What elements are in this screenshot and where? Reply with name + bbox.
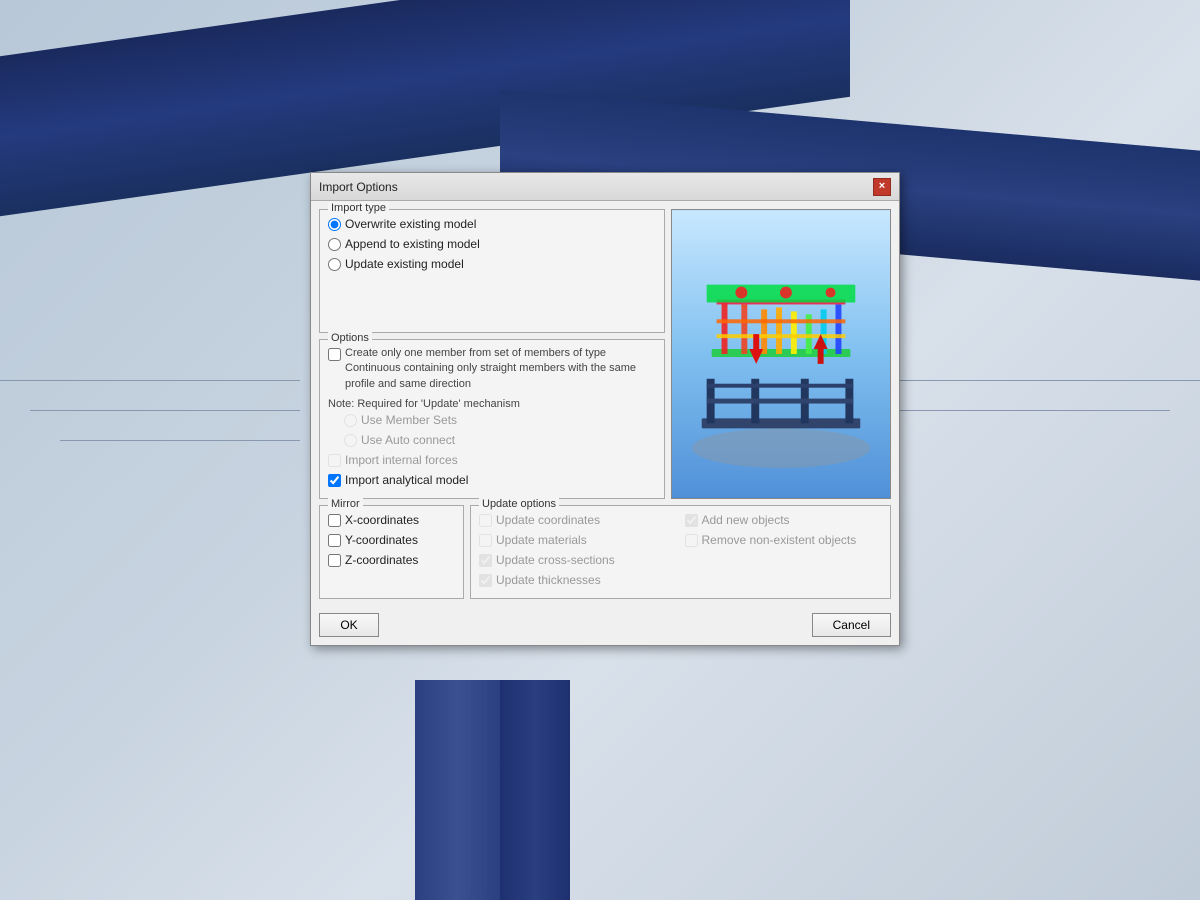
remove-nonexistent-row: Remove non-existent objects xyxy=(685,530,883,550)
dialog-title: Import Options xyxy=(319,180,398,194)
import-internal-forces-row: Import internal forces xyxy=(328,450,656,470)
sub-radios-group: Use Member Sets Use Auto connect xyxy=(328,410,656,450)
update-col-2: Add new objects Remove non-existent obje… xyxy=(685,510,883,590)
preview-svg xyxy=(672,210,890,498)
dialog-footer: OK Cancel xyxy=(311,607,899,645)
radio-append-input[interactable] xyxy=(328,238,341,251)
radio-update-label: Update existing model xyxy=(345,257,464,271)
mirror-z-checkbox[interactable] xyxy=(328,554,341,567)
update-options-group: Update options Update coordinates Update… xyxy=(470,505,891,599)
continuous-member-label: Create only one member from set of membe… xyxy=(345,346,656,392)
update-thicknesses-row: Update thicknesses xyxy=(479,570,677,590)
radio-update-input[interactable] xyxy=(328,258,341,271)
import-type-group: Import type Overwrite existing model App… xyxy=(319,209,665,333)
radio-append[interactable]: Append to existing model xyxy=(328,234,656,254)
close-button[interactable]: × xyxy=(873,178,891,196)
mirror-legend: Mirror xyxy=(328,498,363,510)
import-analytical-model-row[interactable]: Import analytical model xyxy=(328,470,656,490)
update-cross-sections-row: Update cross-sections xyxy=(479,550,677,570)
add-new-objects-row: Add new objects xyxy=(685,510,883,530)
radio-member-sets: Use Member Sets xyxy=(344,410,656,430)
import-internal-forces-checkbox xyxy=(328,454,341,467)
update-col-1: Update coordinates Update materials Upda… xyxy=(479,510,677,590)
update-note: Note: Required for 'Update' mechanism xyxy=(328,398,656,410)
update-thicknesses-checkbox xyxy=(479,574,492,587)
options-group: Options Create only one member from set … xyxy=(319,339,665,499)
add-new-objects-label: Add new objects xyxy=(702,513,790,527)
remove-nonexistent-checkbox xyxy=(685,534,698,547)
mirror-x-checkbox[interactable] xyxy=(328,514,341,527)
options-legend: Options xyxy=(328,332,372,344)
radio-member-sets-input xyxy=(344,414,357,427)
update-coordinates-row: Update coordinates xyxy=(479,510,677,530)
update-cross-sections-label: Update cross-sections xyxy=(496,553,615,567)
radio-member-sets-label: Use Member Sets xyxy=(361,413,457,427)
dialog-bottom-section: Mirror X-coordinates Y-coordinates Z-coo… xyxy=(319,505,891,599)
import-analytical-model-label: Import analytical model xyxy=(345,473,468,487)
update-coordinates-checkbox xyxy=(479,514,492,527)
dialog-titlebar: Import Options × xyxy=(311,173,899,201)
import-options-dialog: Import Options × Import type Overwrite e… xyxy=(310,172,900,646)
mirror-y-label: Y-coordinates xyxy=(345,533,418,547)
radio-overwrite[interactable]: Overwrite existing model xyxy=(328,214,656,234)
update-options-inner: Update coordinates Update materials Upda… xyxy=(479,510,882,590)
mirror-x-row[interactable]: X-coordinates xyxy=(328,510,455,530)
update-coordinates-label: Update coordinates xyxy=(496,513,600,527)
radio-auto-connect-input xyxy=(344,434,357,447)
radio-update[interactable]: Update existing model xyxy=(328,254,656,274)
update-materials-label: Update materials xyxy=(496,533,587,547)
radio-auto-connect: Use Auto connect xyxy=(344,430,656,450)
ok-button[interactable]: OK xyxy=(319,613,379,637)
import-internal-forces-label: Import internal forces xyxy=(345,453,458,467)
preview-image xyxy=(671,209,891,499)
update-cross-sections-checkbox xyxy=(479,554,492,567)
mirror-z-label: Z-coordinates xyxy=(345,553,418,567)
radio-auto-connect-label: Use Auto connect xyxy=(361,433,455,447)
radio-append-label: Append to existing model xyxy=(345,237,480,251)
cancel-button[interactable]: Cancel xyxy=(812,613,891,637)
update-thicknesses-label: Update thicknesses xyxy=(496,573,601,587)
radio-overwrite-label: Overwrite existing model xyxy=(345,217,476,231)
add-new-objects-checkbox xyxy=(685,514,698,527)
mirror-y-row[interactable]: Y-coordinates xyxy=(328,530,455,550)
mirror-x-label: X-coordinates xyxy=(345,513,419,527)
mirror-group: Mirror X-coordinates Y-coordinates Z-coo… xyxy=(319,505,464,599)
import-analytical-model-checkbox[interactable] xyxy=(328,474,341,487)
mirror-z-row[interactable]: Z-coordinates xyxy=(328,550,455,570)
update-materials-row: Update materials xyxy=(479,530,677,550)
update-options-legend: Update options xyxy=(479,498,559,510)
update-materials-checkbox xyxy=(479,534,492,547)
continuous-member-checkbox[interactable] xyxy=(328,348,341,361)
import-type-legend: Import type xyxy=(328,202,389,214)
mirror-y-checkbox[interactable] xyxy=(328,534,341,547)
radio-overwrite-input[interactable] xyxy=(328,218,341,231)
dialog-top-section: Import type Overwrite existing model App… xyxy=(319,209,891,499)
dialog-content: Import type Overwrite existing model App… xyxy=(311,201,899,607)
remove-nonexistent-label: Remove non-existent objects xyxy=(702,533,857,547)
